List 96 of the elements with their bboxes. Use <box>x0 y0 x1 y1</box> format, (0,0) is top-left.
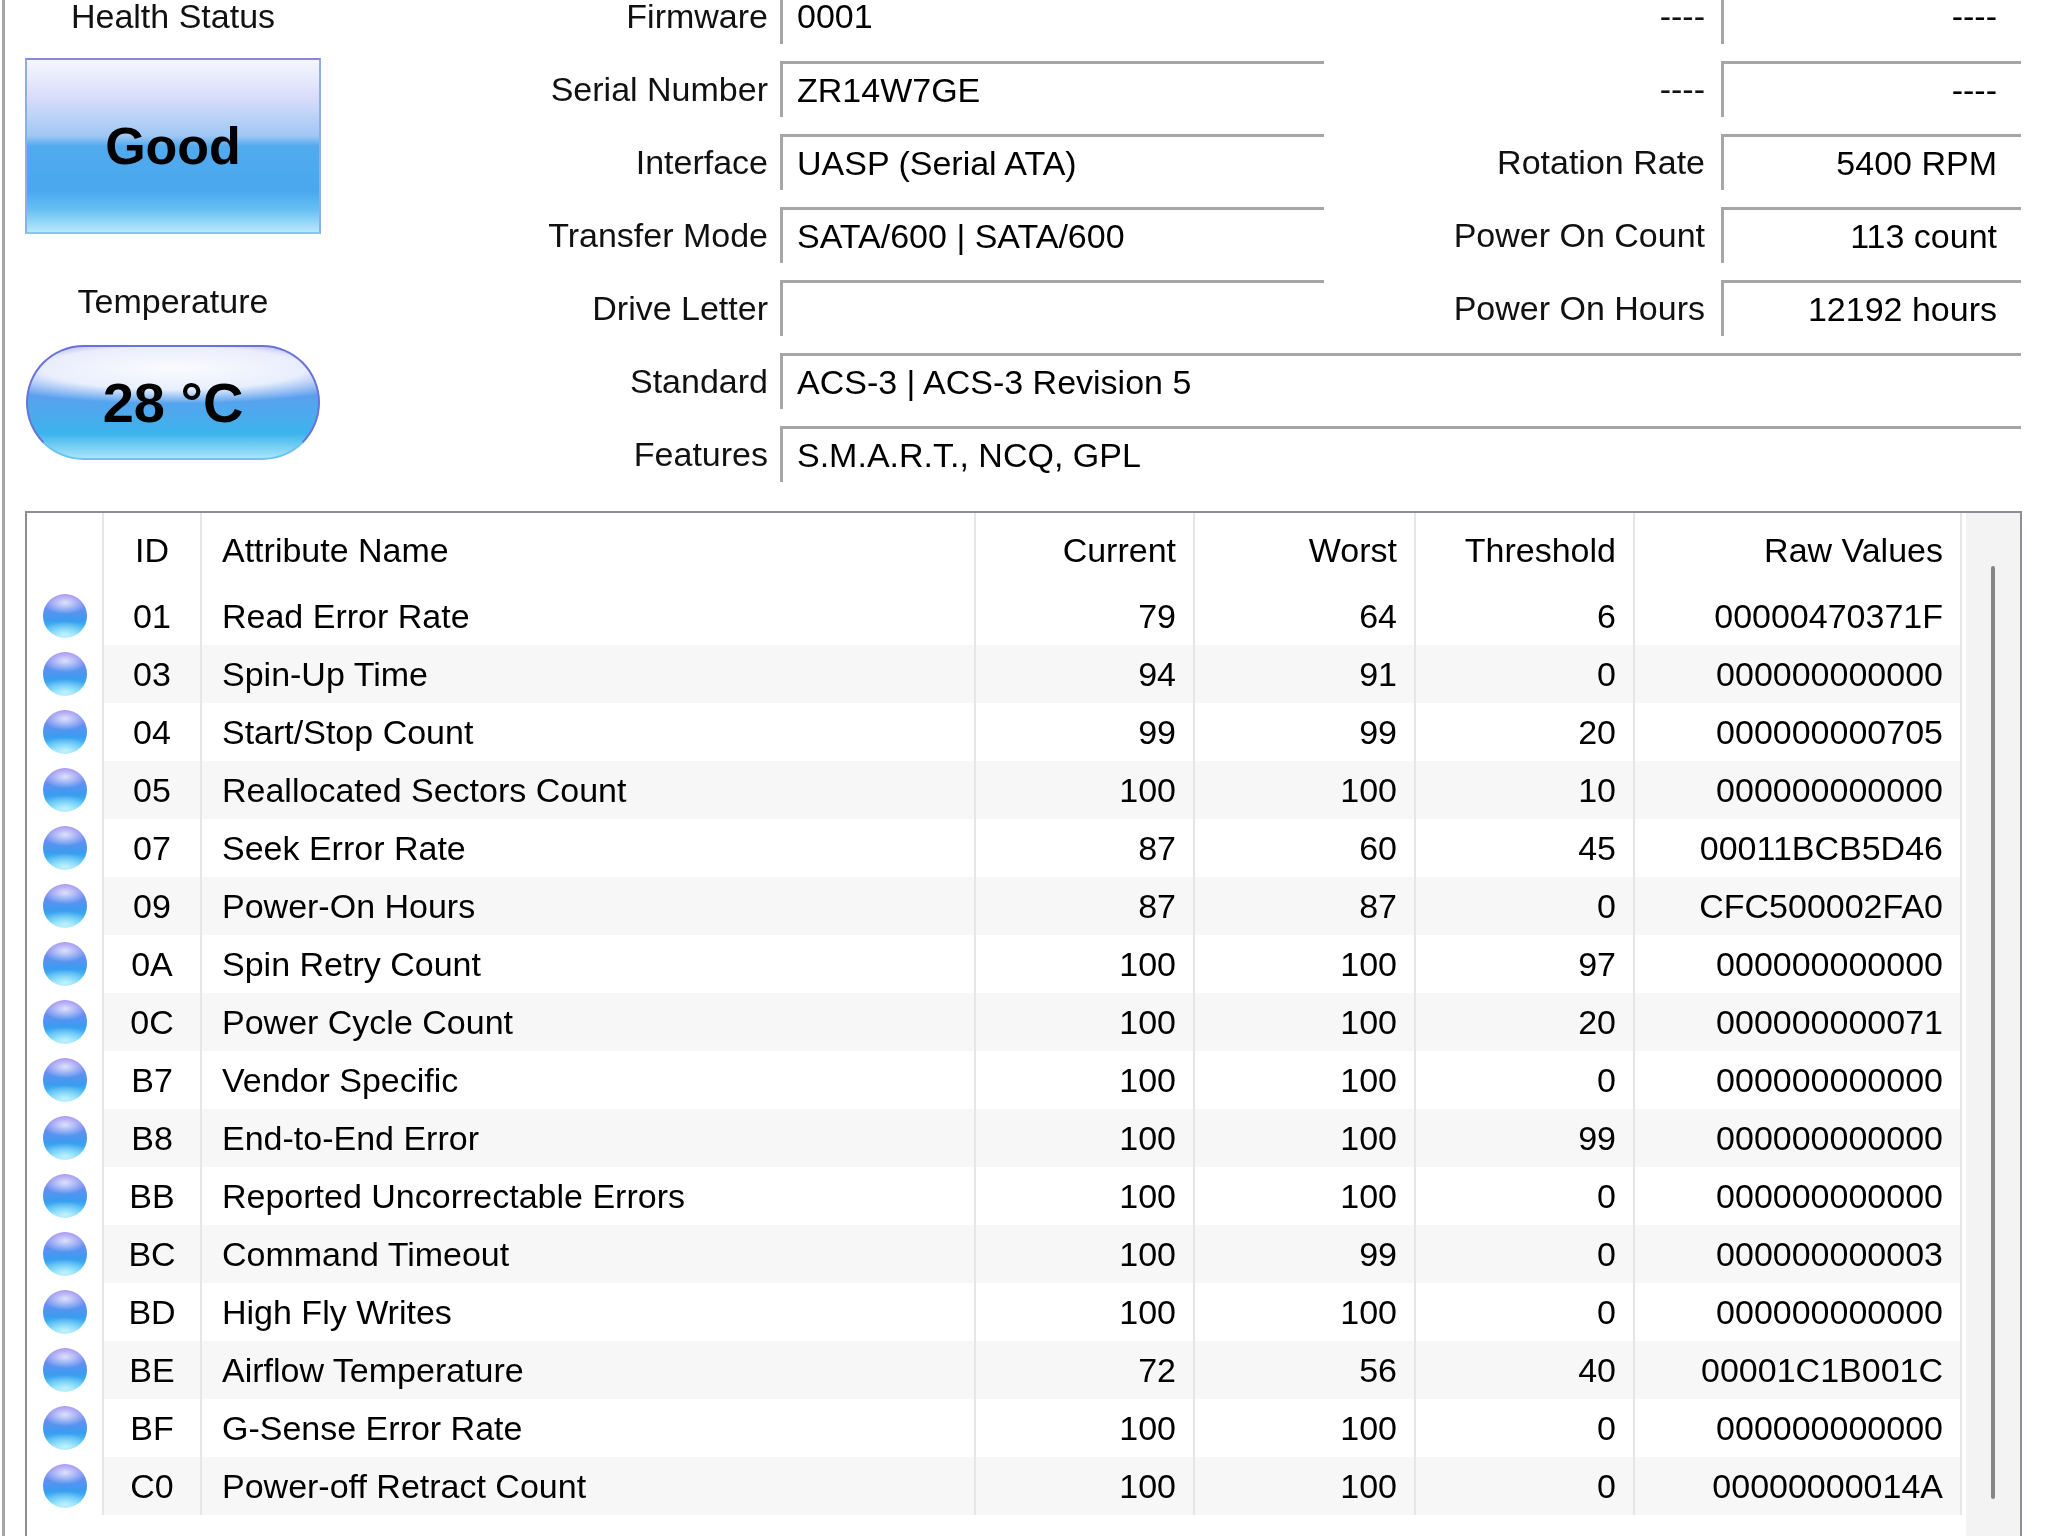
status-dot-icon <box>42 1348 87 1392</box>
value-field: ---- <box>1721 60 2021 117</box>
column-header[interactable]: ID <box>104 513 202 587</box>
table-cell: 72 <box>976 1341 1195 1399</box>
field-label: Rotation Rate <box>1496 141 1705 182</box>
field-label: Power On Count <box>1452 214 1705 255</box>
table-cell: B8 <box>104 1109 202 1167</box>
value-field: ZR14W7GE <box>780 60 1324 117</box>
field-label: Power On Hours <box>1452 287 1705 328</box>
health-status-indicator: Good <box>25 58 321 234</box>
value-field: S.M.A.R.T., NCQ, GPL <box>780 425 2021 482</box>
table-cell: Reallocated Sectors Count <box>202 761 976 819</box>
status-dot-icon <box>42 942 87 986</box>
table-cell: 56 <box>1195 1341 1416 1399</box>
table-cell: C0 <box>104 1457 202 1515</box>
status-dot-icon <box>42 884 87 928</box>
table-cell: BC <box>104 1225 202 1283</box>
table-cell: Power-off Retract Count <box>202 1457 976 1515</box>
field-label: ---- <box>1658 0 1705 32</box>
status-dot-icon <box>42 1464 87 1508</box>
table-cell: 20 <box>1416 993 1635 1051</box>
status-dot-icon <box>42 1290 87 1334</box>
table-cell: 100 <box>976 761 1195 819</box>
scrollbar-thumb[interactable] <box>1991 566 1995 1499</box>
field-label: Firmware <box>625 0 768 32</box>
status-dot-icon <box>42 1116 87 1160</box>
column-header[interactable]: Raw Values <box>1635 513 1962 587</box>
table-cell: 0 <box>1416 877 1635 935</box>
table-cell: 0C <box>104 993 202 1051</box>
status-dot-icon <box>42 1406 87 1450</box>
column-header[interactable]: Current <box>976 513 1195 587</box>
status-dot-icon <box>42 1058 87 1102</box>
table-cell: CFC500002FA0 <box>1635 877 1962 935</box>
scrollbar[interactable] <box>1966 513 2020 1536</box>
status-dot-icon <box>42 1174 87 1218</box>
field-label: Transfer Mode <box>547 214 768 255</box>
table-cell: 94 <box>976 645 1195 703</box>
table-cell: 100 <box>976 1457 1195 1515</box>
table-cell: 0 <box>1416 1457 1635 1515</box>
table-cell: 000000000071 <box>1635 993 1962 1051</box>
table-cell: 05 <box>104 761 202 819</box>
value-field: 113 count <box>1721 206 2021 263</box>
status-dot-icon <box>42 826 87 870</box>
table-cell: Command Timeout <box>202 1225 976 1283</box>
table-cell: 000000000000 <box>1635 645 1962 703</box>
table-cell: 100 <box>1195 1457 1416 1515</box>
table-cell: Spin-Up Time <box>202 645 976 703</box>
value-field: SATA/600 | SATA/600 <box>780 206 1324 263</box>
table-cell: 000000000000 <box>1635 761 1962 819</box>
column-header[interactable]: Threshold <box>1416 513 1635 587</box>
table-cell: 87 <box>976 877 1195 935</box>
health-status-label: Health Status <box>70 0 276 32</box>
field-label: Serial Number <box>549 68 768 109</box>
table-cell: 100 <box>976 1225 1195 1283</box>
table-cell: 03 <box>104 645 202 703</box>
table-cell: 100 <box>1195 1109 1416 1167</box>
table-cell: 100 <box>976 993 1195 1051</box>
table-cell: 0 <box>1416 645 1635 703</box>
temperature-indicator: 28 °C <box>26 345 320 460</box>
table-cell: Power Cycle Count <box>202 993 976 1051</box>
table-cell: 40 <box>1416 1341 1635 1399</box>
table-cell: End-to-End Error <box>202 1109 976 1167</box>
table-cell: 100 <box>1195 761 1416 819</box>
value-field: 5400 RPM <box>1721 133 2021 190</box>
table-cell: 100 <box>976 1109 1195 1167</box>
table-cell: 100 <box>1195 993 1416 1051</box>
status-dot-icon <box>42 768 87 812</box>
status-dot-icon <box>42 710 87 754</box>
table-cell: 09 <box>104 877 202 935</box>
column-header[interactable]: Attribute Name <box>202 513 976 587</box>
table-cell: 00000000014A <box>1635 1457 1962 1515</box>
table-cell: 91 <box>1195 645 1416 703</box>
value-field: 12192 hours <box>1721 279 2021 336</box>
table-cell: 000000000000 <box>1635 1109 1962 1167</box>
table-cell: BE <box>104 1341 202 1399</box>
status-dot-icon <box>42 1232 87 1276</box>
table-cell: 000000000003 <box>1635 1225 1962 1283</box>
status-dot-icon <box>42 1000 87 1044</box>
table-cell: Power-On Hours <box>202 877 976 935</box>
field-label: Standard <box>629 360 768 401</box>
value-field: UASP (Serial ATA) <box>780 133 1324 190</box>
table-cell: 00001C1B001C <box>1635 1341 1962 1399</box>
field-label: Features <box>632 433 768 474</box>
column-header[interactable]: Worst <box>1195 513 1416 587</box>
table-cell: 10 <box>1416 761 1635 819</box>
table-cell: Airflow Temperature <box>202 1341 976 1399</box>
table-cell: 99 <box>1416 1109 1635 1167</box>
value-field: ACS-3 | ACS-3 Revision 5 <box>780 352 2021 409</box>
field-label: Interface <box>634 141 768 182</box>
status-dot-icon <box>42 652 87 696</box>
table-cell: 99 <box>1195 1225 1416 1283</box>
table-cell: 87 <box>1195 877 1416 935</box>
field-label: ---- <box>1658 68 1705 109</box>
status-dot-icon <box>42 594 87 638</box>
table-cell: 0 <box>1416 1225 1635 1283</box>
field-label: Drive Letter <box>591 287 768 328</box>
